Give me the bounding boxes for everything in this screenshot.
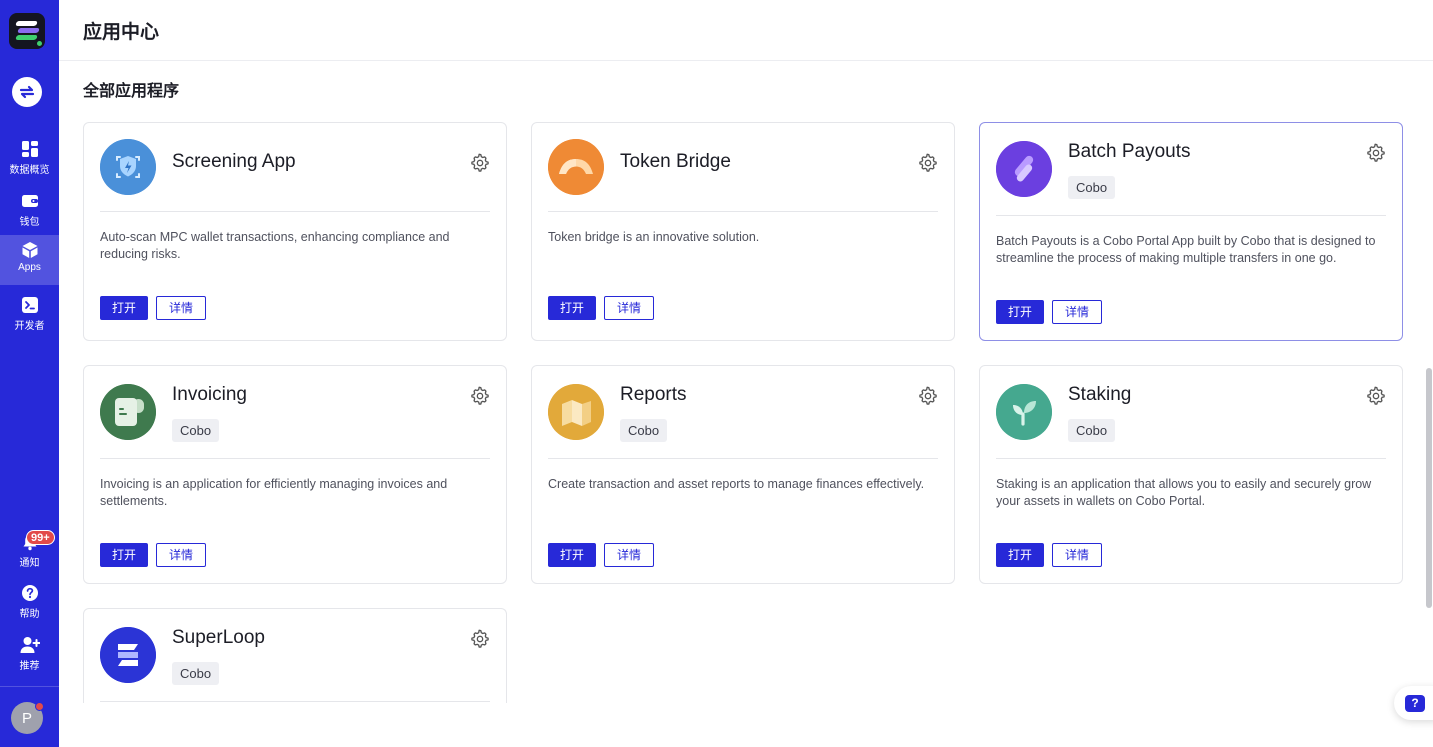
nav-notifications-label: 通知 <box>19 558 40 569</box>
app-name: Token Bridge <box>620 151 731 172</box>
details-button[interactable]: 详情 <box>604 296 654 320</box>
app-card-invoicing: Invoicing Cobo Invoicing is an applicati… <box>83 365 507 584</box>
page-header: 应用中心 <box>59 0 1433 61</box>
sidebar-divider <box>0 686 59 687</box>
publisher-tag: Cobo <box>1068 176 1116 199</box>
page-title: 应用中心 <box>83 22 160 43</box>
swap-icon <box>19 85 35 99</box>
screening-shield-icon <box>100 139 156 195</box>
app-name: Staking <box>1068 384 1132 405</box>
app-description: Create transaction and asset reports to … <box>548 477 925 491</box>
open-button[interactable]: 打开 <box>996 543 1044 567</box>
app-description: Auto-scan MPC wallet transactions, enhan… <box>100 230 450 261</box>
app-name: Reports <box>620 384 687 405</box>
wallet-icon <box>21 195 38 207</box>
nav-apps-label: Apps <box>18 262 41 273</box>
gear-icon[interactable] <box>918 153 938 173</box>
nav-help-label: 帮助 <box>19 609 40 620</box>
app-description: Batch Payouts is a Cobo Portal App built… <box>996 234 1376 265</box>
details-button[interactable]: 详情 <box>1052 543 1102 567</box>
card-divider <box>996 458 1386 459</box>
developer-icon <box>21 297 38 313</box>
open-button[interactable]: 打开 <box>100 296 148 320</box>
app-description: Staking is an application that allows yo… <box>996 477 1372 508</box>
switch-org-button[interactable] <box>12 77 42 107</box>
details-button[interactable]: 详情 <box>156 543 206 567</box>
app-description: Token bridge is an innovative solution. <box>548 230 760 244</box>
nav-notifications[interactable]: 99+ 通知 <box>0 525 59 575</box>
app-name: Screening App <box>172 151 296 172</box>
app-name: Invoicing <box>172 384 247 405</box>
superloop-icon <box>100 627 156 683</box>
nav-wallet-label: 钱包 <box>19 217 40 228</box>
nav-dashboard-label: 数据概览 <box>9 165 50 176</box>
logo-stripe <box>17 28 40 33</box>
details-button[interactable]: 详情 <box>1052 300 1102 324</box>
logo-stripe <box>15 35 38 40</box>
dashboard-icon <box>21 141 38 157</box>
app-name: Batch Payouts <box>1068 141 1191 162</box>
open-button[interactable]: 打开 <box>996 300 1044 324</box>
nav-developer[interactable]: 开发者 <box>0 290 59 340</box>
card-divider <box>548 458 938 459</box>
open-button[interactable]: 打开 <box>548 296 596 320</box>
details-button[interactable]: 详情 <box>156 296 206 320</box>
gear-icon[interactable] <box>1366 143 1386 163</box>
help-circle-icon <box>21 585 38 601</box>
chat-question-icon: ? <box>1405 694 1425 712</box>
app-card-token-bridge: Token Bridge Token bridge is an innovati… <box>531 122 955 341</box>
section-title: 全部应用程序 <box>83 83 180 100</box>
avatar-alert-dot <box>35 702 44 711</box>
batch-payouts-icon <box>996 141 1052 197</box>
staking-sprout-icon <box>996 384 1052 440</box>
app-name: SuperLoop <box>172 627 265 648</box>
reports-icon <box>548 384 604 440</box>
card-divider <box>548 211 938 212</box>
support-chat-button[interactable]: ? <box>1394 686 1433 720</box>
card-divider <box>100 458 490 459</box>
app-logo[interactable] <box>9 13 45 49</box>
gear-icon[interactable] <box>918 386 938 406</box>
nav-apps[interactable]: Apps <box>0 235 59 285</box>
gear-icon[interactable] <box>1366 386 1386 406</box>
publisher-tag: Cobo <box>172 419 220 442</box>
nav-developer-label: 开发者 <box>14 321 45 332</box>
open-button[interactable]: 打开 <box>100 543 148 567</box>
apps-icon <box>22 242 37 258</box>
app-card-reports: Reports Cobo Create transaction and asse… <box>531 365 955 584</box>
nav-help[interactable]: 帮助 <box>0 578 59 628</box>
publisher-tag: Cobo <box>1068 419 1116 442</box>
app-card-staking: Staking Cobo Staking is an application t… <box>979 365 1403 584</box>
user-avatar[interactable]: P <box>11 702 44 734</box>
publisher-tag: Cobo <box>172 662 220 685</box>
app-card-screening: Screening App Auto-scan MPC wallet trans… <box>83 122 507 341</box>
nav-dashboard[interactable]: 数据概览 <box>0 134 59 184</box>
card-divider <box>996 215 1386 216</box>
sidebar: 数据概览 钱包 Apps 开发者 99+ 通知 帮助 推荐 P <box>0 0 59 747</box>
details-button[interactable]: 详情 <box>604 543 654 567</box>
open-button[interactable]: 打开 <box>548 543 596 567</box>
invoice-icon <box>100 384 156 440</box>
notification-count-badge: 99+ <box>26 530 55 545</box>
online-status-dot <box>35 39 44 48</box>
nav-refer-label: 推荐 <box>19 661 40 672</box>
nav-refer[interactable]: 推荐 <box>0 630 59 680</box>
bridge-icon <box>548 139 604 195</box>
publisher-tag: Cobo <box>620 419 668 442</box>
gear-icon[interactable] <box>470 153 490 173</box>
vertical-scrollbar[interactable] <box>1426 368 1432 608</box>
add-user-icon <box>20 637 40 653</box>
app-card-batch-payouts: Batch Payouts Cobo Batch Payouts is a Co… <box>979 122 1403 341</box>
nav-wallet[interactable]: 钱包 <box>0 186 59 236</box>
app-description: Invoicing is an application for efficien… <box>100 477 448 508</box>
app-card-superloop: SuperLoop Cobo <box>83 608 507 703</box>
gear-icon[interactable] <box>470 386 490 406</box>
card-divider <box>100 701 490 702</box>
avatar-initial: P <box>21 709 32 727</box>
logo-stripe <box>15 21 38 26</box>
card-divider <box>100 211 490 212</box>
gear-icon[interactable] <box>470 629 490 649</box>
